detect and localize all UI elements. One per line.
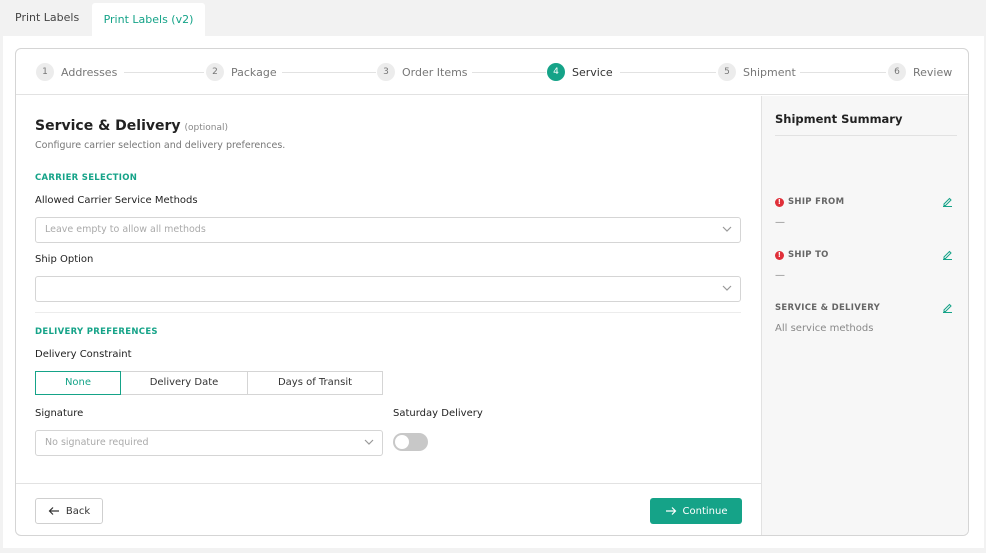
step-number: 5: [718, 63, 736, 81]
top-tabs: Print Labels Print Labels (v2): [0, 0, 986, 36]
form-subtitle: Configure carrier selection and delivery…: [35, 140, 286, 151]
step-order-items[interactable]: 3 Order Items: [377, 63, 468, 81]
carrier-methods-select[interactable]: Leave empty to allow all methods: [35, 217, 741, 243]
step-number: 6: [888, 63, 906, 81]
back-button-label: Back: [65, 505, 91, 517]
service-delivery-label: SERVICE & DELIVERY: [775, 303, 881, 313]
ship-option-label: Ship Option: [35, 254, 94, 265]
chevron-down-icon: [722, 285, 732, 291]
saturday-delivery-label: Saturday Delivery: [393, 408, 483, 419]
summary-title: Shipment Summary: [775, 112, 903, 126]
delivery-constraint-toggle: None Delivery Date Days of Transit: [35, 371, 383, 395]
signature-label: Signature: [35, 408, 84, 419]
toggle-knob: [395, 435, 409, 449]
continue-button[interactable]: Continue: [650, 498, 742, 524]
step-number: 1: [36, 63, 54, 81]
delivery-section-heading: DELIVERY PREFERENCES: [35, 327, 158, 337]
step-review[interactable]: 6 Review: [888, 63, 952, 81]
carrier-section-heading: CARRIER SELECTION: [35, 173, 138, 183]
service-delivery-value: All service methods: [775, 323, 874, 334]
step-number: 4: [547, 63, 565, 81]
step-label: Review: [913, 65, 953, 79]
section-divider: [35, 312, 741, 313]
chevron-down-icon: [364, 439, 374, 445]
signature-select[interactable]: No signature required: [35, 430, 383, 456]
ship-from-label: SHIP FROM: [788, 197, 845, 207]
tab-print-labels[interactable]: Print Labels: [1, 0, 93, 36]
step-label: Order Items: [402, 65, 468, 79]
optional-tag: (optional): [184, 123, 229, 133]
arrow-right-icon: [665, 507, 676, 515]
arrow-left-icon: [48, 507, 59, 515]
ship-to-heading: ! SHIP TO: [775, 250, 829, 260]
saturday-delivery-toggle[interactable]: [393, 433, 428, 451]
step-label: Addresses: [61, 65, 118, 79]
chevron-down-icon: [722, 226, 732, 232]
step-number: 2: [206, 63, 224, 81]
back-button[interactable]: Back: [35, 498, 103, 524]
ship-option-select[interactable]: [35, 276, 741, 302]
step-connector: [282, 72, 376, 73]
carrier-methods-placeholder: Leave empty to allow all methods: [45, 224, 206, 235]
form-title-text: Service & Delivery: [35, 118, 181, 134]
service-form: Service & Delivery (optional) Configure c…: [16, 96, 761, 483]
step-label: Service: [572, 65, 613, 79]
warning-icon: !: [775, 197, 784, 207]
wizard-card: 1 Addresses 2 Package 3 Order Items 4 Se…: [15, 48, 969, 536]
edit-icon[interactable]: [942, 196, 953, 207]
shipment-summary-panel: Shipment Summary ! SHIP FROM — ! SHIP TO…: [761, 96, 968, 535]
step-package[interactable]: 2 Package: [206, 63, 277, 81]
warning-icon: !: [775, 250, 784, 260]
step-shipment[interactable]: 5 Shipment: [718, 63, 796, 81]
step-addresses[interactable]: 1 Addresses: [36, 63, 117, 81]
step-connector: [620, 72, 716, 73]
step-connector: [472, 72, 546, 73]
ship-to-value: —: [775, 270, 785, 281]
form-title: Service & Delivery (optional): [35, 118, 228, 134]
step-service[interactable]: 4 Service: [547, 63, 613, 81]
step-connector: [124, 72, 204, 73]
edit-icon[interactable]: [942, 249, 953, 260]
delivery-constraint-label: Delivery Constraint: [35, 349, 132, 360]
signature-placeholder: No signature required: [45, 437, 149, 448]
constraint-days-of-transit-button[interactable]: Days of Transit: [247, 371, 383, 395]
stepper: 1 Addresses 2 Package 3 Order Items 4 Se…: [16, 49, 968, 95]
carrier-methods-label: Allowed Carrier Service Methods: [35, 195, 198, 206]
continue-button-label: Continue: [682, 505, 728, 517]
constraint-delivery-date-button[interactable]: Delivery Date: [120, 371, 248, 395]
ship-from-value: —: [775, 217, 785, 228]
ship-from-heading: ! SHIP FROM: [775, 197, 844, 207]
step-number: 3: [377, 63, 395, 81]
summary-divider: [775, 135, 957, 136]
step-connector: [800, 72, 886, 73]
ship-to-label: SHIP TO: [788, 250, 829, 260]
step-label: Shipment: [743, 65, 796, 79]
service-delivery-heading: SERVICE & DELIVERY: [775, 303, 880, 313]
constraint-none-button[interactable]: None: [35, 371, 121, 395]
edit-icon[interactable]: [942, 302, 953, 313]
step-label: Package: [231, 65, 277, 79]
wizard-footer: Back Continue: [16, 483, 761, 535]
tab-print-labels-v2[interactable]: Print Labels (v2): [92, 3, 205, 36]
